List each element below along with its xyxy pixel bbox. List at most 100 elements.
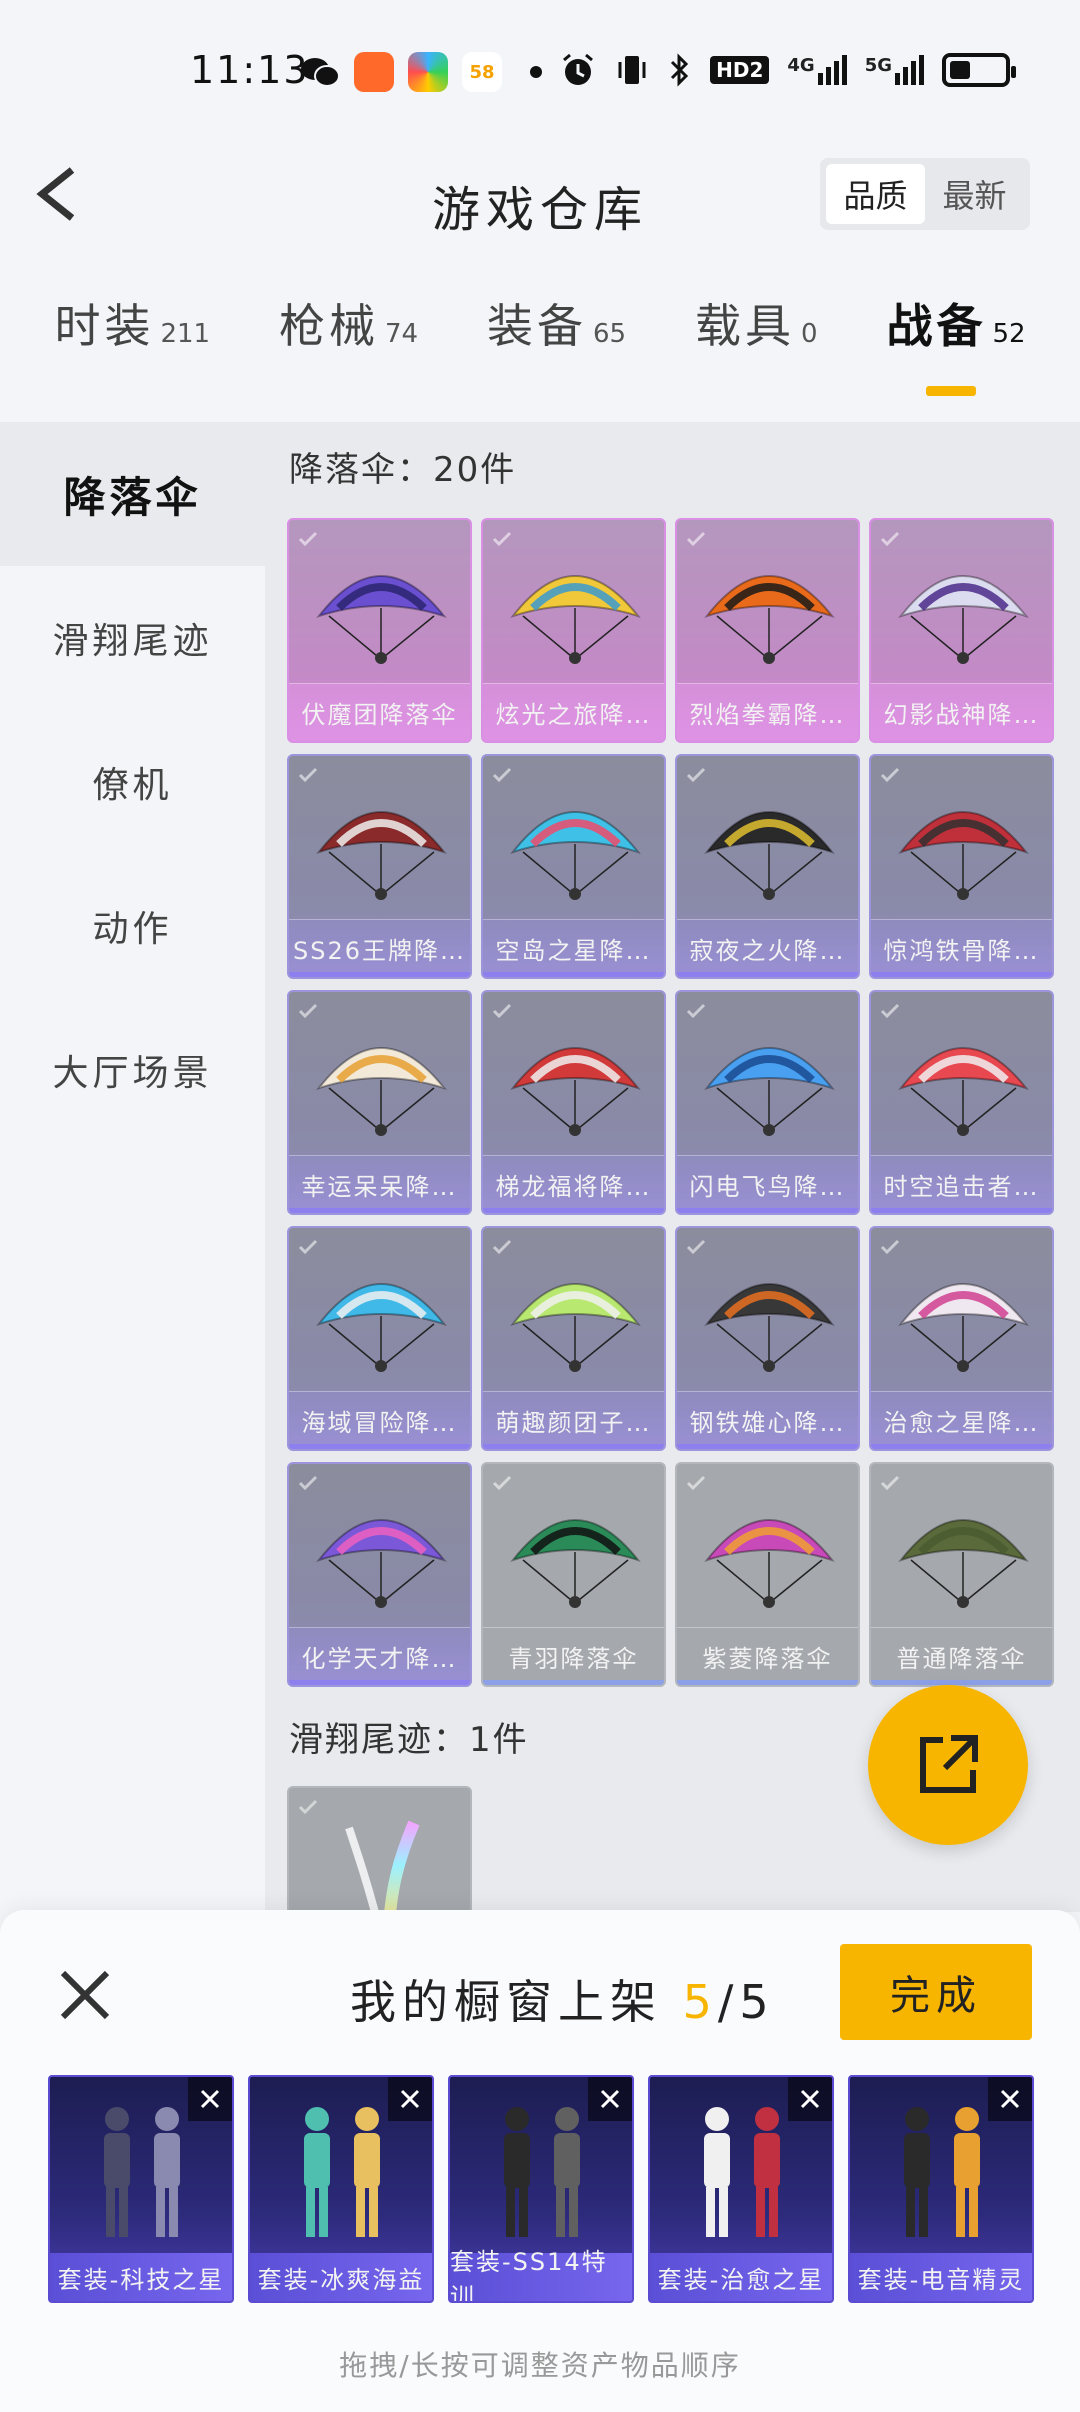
tab-equipment[interactable]: 装备 65 <box>487 290 626 410</box>
showcase-item-name: 套装-治愈之星 <box>650 2253 832 2301</box>
sort-toggle: 品质 最新 <box>820 158 1030 230</box>
tab-battle-gear[interactable]: 战备 52 <box>886 290 1026 410</box>
showcase-current-count: 5 <box>682 1975 718 2029</box>
parachute-icon <box>704 1283 835 1372</box>
parachute-card[interactable]: 幸运呆呆降… <box>287 990 472 1215</box>
parachute-card[interactable]: 惊鸿铁骨降… <box>869 754 1054 979</box>
parachute-name: 普通降落伞 <box>871 1627 1052 1685</box>
close-icon <box>800 2089 820 2109</box>
tier-underline <box>871 972 1052 977</box>
tab-fashion[interactable]: 时装 211 <box>54 290 210 410</box>
status-indicators: HD2 4G 5G <box>560 52 1016 88</box>
parachute-card[interactable]: 烈焰拳霸降… <box>675 518 860 743</box>
parachute-icon <box>510 1047 641 1136</box>
showcase-list: 套装-科技之星 套装-冰爽海益 套装-SS14特训 套装-治愈之星 套装-电音精灵 <box>48 2075 1034 2303</box>
tier-underline <box>483 1444 664 1449</box>
parachute-card[interactable]: 萌趣颜团子… <box>481 1226 666 1451</box>
parachute-grid: 伏魔团降落伞 炫光之旅降… 烈焰拳霸降… 幻影战神降… SS26王牌降… 空岛之星降… 寂夜… <box>287 518 1054 1687</box>
remove-item-button[interactable] <box>188 2077 232 2121</box>
showcase-item[interactable]: 套装-治愈之星 <box>648 2075 834 2303</box>
parachute-card[interactable]: 寂夜之火降… <box>675 754 860 979</box>
parachute-icon <box>510 575 641 664</box>
parachute-card[interactable]: 梯龙福将降… <box>481 990 666 1215</box>
sidebar-item-glide-trail[interactable]: 滑翔尾迹 <box>0 566 265 710</box>
parachute-icon <box>510 1283 641 1372</box>
parachute-card[interactable]: 伏魔团降落伞 <box>287 518 472 743</box>
close-icon <box>1000 2089 1020 2109</box>
close-button[interactable] <box>55 1965 115 2025</box>
tier-underline <box>289 1444 470 1449</box>
close-icon <box>600 2089 620 2109</box>
tab-vehicles[interactable]: 载具 0 <box>695 290 818 410</box>
showcase-item[interactable]: 套装-电音精灵 <box>848 2075 1034 2303</box>
signal-5g-icon: 5G <box>865 55 924 85</box>
showcase-item-name: 套装-电音精灵 <box>850 2253 1032 2301</box>
parachute-icon <box>704 1047 835 1136</box>
glide-trail-icon <box>345 1820 420 1912</box>
share-icon <box>920 1735 978 1793</box>
parachute-card[interactable]: 治愈之星降… <box>869 1226 1054 1451</box>
battery-icon <box>942 53 1016 87</box>
parachute-card[interactable]: 幻影战神降… <box>869 518 1054 743</box>
share-button[interactable] <box>868 1685 1028 1845</box>
tab-count: 65 <box>593 319 627 349</box>
app-header: 游戏仓库 品质 最新 <box>0 140 1080 250</box>
parachute-name: 炫光之旅降… <box>483 683 664 741</box>
parachute-name: 青羽降落伞 <box>483 1627 664 1685</box>
parachute-icon <box>704 575 835 664</box>
tier-underline <box>871 1444 1052 1449</box>
parachute-card[interactable]: 海域冒险降… <box>287 1226 472 1451</box>
parachute-card[interactable]: 化学天才降… <box>287 1462 472 1687</box>
parachute-name: 伏魔团降落伞 <box>289 683 470 741</box>
bluetooth-icon <box>671 53 689 87</box>
remove-item-button[interactable] <box>788 2077 832 2121</box>
check-icon <box>298 1799 318 1815</box>
parachute-card[interactable]: 普通降落伞 <box>869 1462 1054 1687</box>
parachute-card[interactable]: 闪电飞鸟降… <box>675 990 860 1215</box>
dot-icon <box>516 52 556 92</box>
parachute-icon <box>316 1283 447 1372</box>
tier-underline <box>483 1680 664 1685</box>
trail-item-card[interactable] <box>287 1786 472 1912</box>
tier-underline <box>289 1680 470 1685</box>
signal-4g-icon: 4G <box>787 55 847 85</box>
parachute-card[interactable]: 炫光之旅降… <box>481 518 666 743</box>
parachute-card[interactable]: 青羽降落伞 <box>481 1462 666 1687</box>
vibrate-icon <box>618 56 646 84</box>
parachute-name: 钢铁雄心降… <box>677 1391 858 1449</box>
parachute-card[interactable]: 时空追击者… <box>869 990 1054 1215</box>
showcase-item[interactable]: 套装-科技之星 <box>48 2075 234 2303</box>
remove-item-button[interactable] <box>988 2077 1032 2121</box>
parachute-card[interactable]: SS26王牌降… <box>287 754 472 979</box>
tier-underline <box>677 1680 858 1685</box>
tab-label: 载具 <box>695 299 795 353</box>
parachute-icon <box>704 1519 835 1608</box>
parachute-name: 海域冒险降… <box>289 1391 470 1449</box>
wechat-icon <box>300 52 340 92</box>
sort-option-newest[interactable]: 最新 <box>925 164 1024 224</box>
parachute-icon <box>316 1519 447 1608</box>
showcase-item[interactable]: 套装-SS14特训 <box>448 2075 634 2303</box>
sidebar-item-parachute[interactable]: 降落伞 <box>0 422 265 566</box>
parachute-name: 闪电飞鸟降… <box>677 1155 858 1213</box>
parachute-name: 治愈之星降… <box>871 1391 1052 1449</box>
done-button[interactable]: 完成 <box>840 1944 1032 2040</box>
remove-item-button[interactable] <box>588 2077 632 2121</box>
remove-item-button[interactable] <box>388 2077 432 2121</box>
showcase-item-name: 套装-冰爽海益 <box>250 2253 432 2301</box>
parachute-icon <box>510 811 641 900</box>
showcase-item[interactable]: 套装-冰爽海益 <box>248 2075 434 2303</box>
parachute-card[interactable]: 钢铁雄心降… <box>675 1226 860 1451</box>
sidebar-item-lobby-scene[interactable]: 大厅场景 <box>0 998 265 1142</box>
parachute-name: 紫菱降落伞 <box>677 1627 858 1685</box>
active-tab-indicator <box>926 386 977 396</box>
sort-option-quality[interactable]: 品质 <box>826 164 925 224</box>
sidebar-item-emote[interactable]: 动作 <box>0 854 265 998</box>
tab-guns[interactable]: 枪械 74 <box>279 290 418 410</box>
section-title-parachute: 降落伞：20件 <box>289 450 517 490</box>
sidebar-item-wingman[interactable]: 僚机 <box>0 710 265 854</box>
parachute-card[interactable]: 紫菱降落伞 <box>675 1462 860 1687</box>
tier-underline <box>483 1208 664 1213</box>
parachute-card[interactable]: 空岛之星降… <box>481 754 666 979</box>
close-icon <box>400 2089 420 2109</box>
